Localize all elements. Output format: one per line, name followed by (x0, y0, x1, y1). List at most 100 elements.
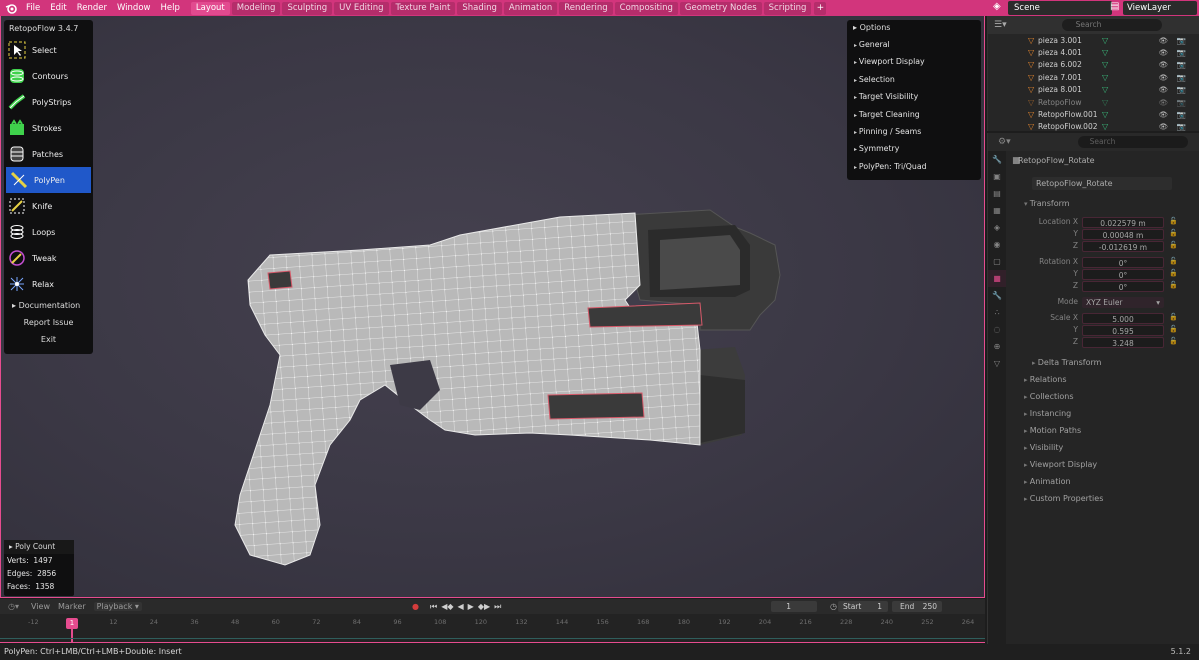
outliner-row[interactable]: ▽ RetopoFlow.002 ▽ 👁 📷 (988, 121, 1199, 133)
tab-modeling[interactable]: Modeling (231, 1, 281, 15)
lock-icon[interactable]: 🔓 (1169, 337, 1178, 345)
visibility-toggles[interactable]: 👁 📷 (1159, 85, 1189, 94)
record-icon[interactable]: ● (412, 602, 419, 611)
tool-loops[interactable]: Loops (4, 219, 93, 245)
timeline-marker-menu[interactable]: Marker (58, 602, 86, 611)
menu-file[interactable]: File (21, 0, 45, 16)
object-tab-icon[interactable]: ■ (988, 270, 1006, 287)
option-selection[interactable]: Selection (847, 71, 981, 88)
next-key-icon[interactable]: ◆▶ (478, 602, 490, 611)
current-frame-field[interactable]: 1 (771, 601, 817, 612)
tool-knife[interactable]: Knife (4, 193, 93, 219)
timeline-view-menu[interactable]: View (31, 602, 50, 611)
tab-scripting[interactable]: Scripting (763, 1, 812, 15)
option-symmetry[interactable]: Symmetry (847, 140, 981, 157)
timeline-area[interactable]: -121122436486072849610812013214415616818… (0, 614, 985, 643)
outliner-row[interactable]: ▽ pieza 4.001 ▽ 👁 📷 (988, 46, 1199, 58)
prev-key-icon[interactable]: ◀◆ (441, 602, 453, 611)
play-reverse-icon[interactable]: ◀ (458, 602, 464, 611)
collection-tab-icon[interactable]: ▢ (988, 253, 1006, 270)
lock-icon[interactable]: 🔓 (1169, 217, 1178, 225)
scale-y-field[interactable]: 0.595 (1082, 325, 1164, 336)
tab-sculpting[interactable]: Sculpting (282, 1, 333, 15)
timeline-playback-menu[interactable]: Playback ▾ (93, 602, 142, 611)
lock-icon[interactable]: 🔓 (1169, 269, 1178, 277)
outliner-row[interactable]: ▽ pieza 6.002 ▽ 👁 📷 (988, 59, 1199, 71)
jump-end-icon[interactable]: ⏭ (494, 602, 501, 612)
output-tab-icon[interactable]: ▤ (988, 185, 1006, 202)
lock-icon[interactable]: 🔓 (1169, 241, 1178, 249)
option-polypen-tri-quad[interactable]: PolyPen: Tri/Quad (847, 158, 981, 175)
retopo-mesh-model[interactable] (230, 205, 790, 570)
rotation-mode-select[interactable]: XYZ Euler ▾ (1082, 297, 1164, 308)
tool-tab-icon[interactable]: 🔧 (988, 151, 1006, 168)
outliner-row[interactable]: ▽ pieza 3.001 ▽ 👁 📷 (988, 34, 1199, 46)
properties-editor-icon[interactable]: ⚙▾ (998, 137, 1011, 147)
tool-strokes[interactable]: Strokes (4, 115, 93, 141)
lock-icon[interactable]: 🔓 (1169, 257, 1178, 265)
custom-properties-section[interactable]: Custom Properties (1024, 494, 1104, 503)
visibility-toggles[interactable]: 👁 📷 (1159, 110, 1189, 119)
outliner-row[interactable]: ▽ pieza 7.001 ▽ 👁 📷 (988, 71, 1199, 83)
scale-z-field[interactable]: 3.248 (1082, 337, 1164, 348)
delta-transform-section[interactable]: Delta Transform (1032, 358, 1102, 367)
view-layer-selector[interactable]: ViewLayer (1123, 1, 1197, 15)
scale-x-field[interactable]: 5.000 (1082, 313, 1164, 324)
object-name-field[interactable]: RetopoFlow_Rotate (1032, 177, 1172, 190)
tool-select[interactable]: Select (4, 37, 93, 63)
rotation-y-field[interactable]: 0° (1082, 269, 1164, 280)
option-pinning-seams[interactable]: Pinning / Seams (847, 123, 981, 140)
jump-start-icon[interactable]: ⏮ (430, 602, 437, 612)
menu-edit[interactable]: Edit (45, 0, 71, 16)
option-target-cleaning[interactable]: Target Cleaning (847, 106, 981, 123)
tab-animation[interactable]: Animation (503, 1, 558, 15)
location-z-field[interactable]: -0.012619 m (1082, 241, 1164, 252)
constraints-tab-icon[interactable]: ⊕ (988, 338, 1006, 355)
tool-tweak[interactable]: Tweak (4, 245, 93, 271)
motion-paths-section[interactable]: Motion Paths (1024, 426, 1081, 435)
animation-section[interactable]: Animation (1024, 477, 1071, 486)
tool-patches[interactable]: Patches (4, 141, 93, 167)
tab-layout[interactable]: Layout (190, 1, 230, 15)
visibility-toggles[interactable]: 👁 📷 (1159, 73, 1189, 82)
world-tab-icon[interactable]: ◉ (988, 236, 1006, 253)
lock-icon[interactable]: 🔓 (1169, 313, 1178, 321)
editor-type-icon[interactable]: ◷▾ (8, 602, 19, 611)
option-general[interactable]: General (847, 36, 981, 53)
tab-compositing[interactable]: Compositing (614, 1, 678, 15)
visibility-toggles[interactable]: 👁 📷 (1159, 98, 1189, 107)
collections-section[interactable]: Collections (1024, 392, 1074, 401)
outliner-row[interactable]: ▽ RetopoFlow ▽ 👁 📷 (988, 96, 1199, 108)
rotation-x-field[interactable]: 0° (1082, 257, 1164, 268)
option-viewport-display[interactable]: Viewport Display (847, 53, 981, 70)
location-y-field[interactable]: 0.00048 m (1082, 229, 1164, 240)
options-panel-title[interactable]: ▸ Options (847, 20, 981, 36)
visibility-toggles[interactable]: 👁 📷 (1159, 122, 1189, 131)
option-target-visibility[interactable]: Target Visibility (847, 88, 981, 105)
scene-selector[interactable]: Scene (1008, 1, 1112, 15)
view-layer-tab-icon[interactable]: ▦ (988, 202, 1006, 219)
outliner-editor-icon[interactable]: ☰▾ (994, 20, 1007, 30)
data-tab-icon[interactable]: ▽ (988, 355, 1006, 372)
documentation-link[interactable]: ▸ Documentation (4, 297, 93, 314)
instancing-section[interactable]: Instancing (1024, 409, 1071, 418)
lock-icon[interactable]: 🔓 (1169, 325, 1178, 333)
end-frame-field[interactable]: End 250 (892, 601, 942, 612)
tool-polystrips[interactable]: PolyStrips (4, 89, 93, 115)
menu-window[interactable]: Window (112, 0, 156, 16)
visibility-toggles[interactable]: 👁 📷 (1159, 48, 1189, 57)
menu-render[interactable]: Render (72, 0, 112, 16)
tab-rendering[interactable]: Rendering (559, 1, 613, 15)
tool-contours[interactable]: Contours (4, 63, 93, 89)
visibility-section[interactable]: Visibility (1024, 443, 1064, 452)
poly-count-title[interactable]: ▸ Poly Count (4, 540, 74, 554)
add-workspace-button[interactable]: + (814, 1, 827, 15)
tab-shading[interactable]: Shading (457, 1, 502, 15)
visibility-toggles[interactable]: 👁 📷 (1159, 36, 1189, 45)
tab-texture-paint[interactable]: Texture Paint (390, 1, 456, 15)
tool-relax[interactable]: Relax (4, 271, 93, 297)
tool-polypen[interactable]: PolyPen (6, 167, 91, 193)
location-x-field[interactable]: 0.022579 m (1082, 217, 1164, 228)
relations-section[interactable]: Relations (1024, 375, 1067, 384)
tab-uv-editing[interactable]: UV Editing (334, 1, 389, 15)
